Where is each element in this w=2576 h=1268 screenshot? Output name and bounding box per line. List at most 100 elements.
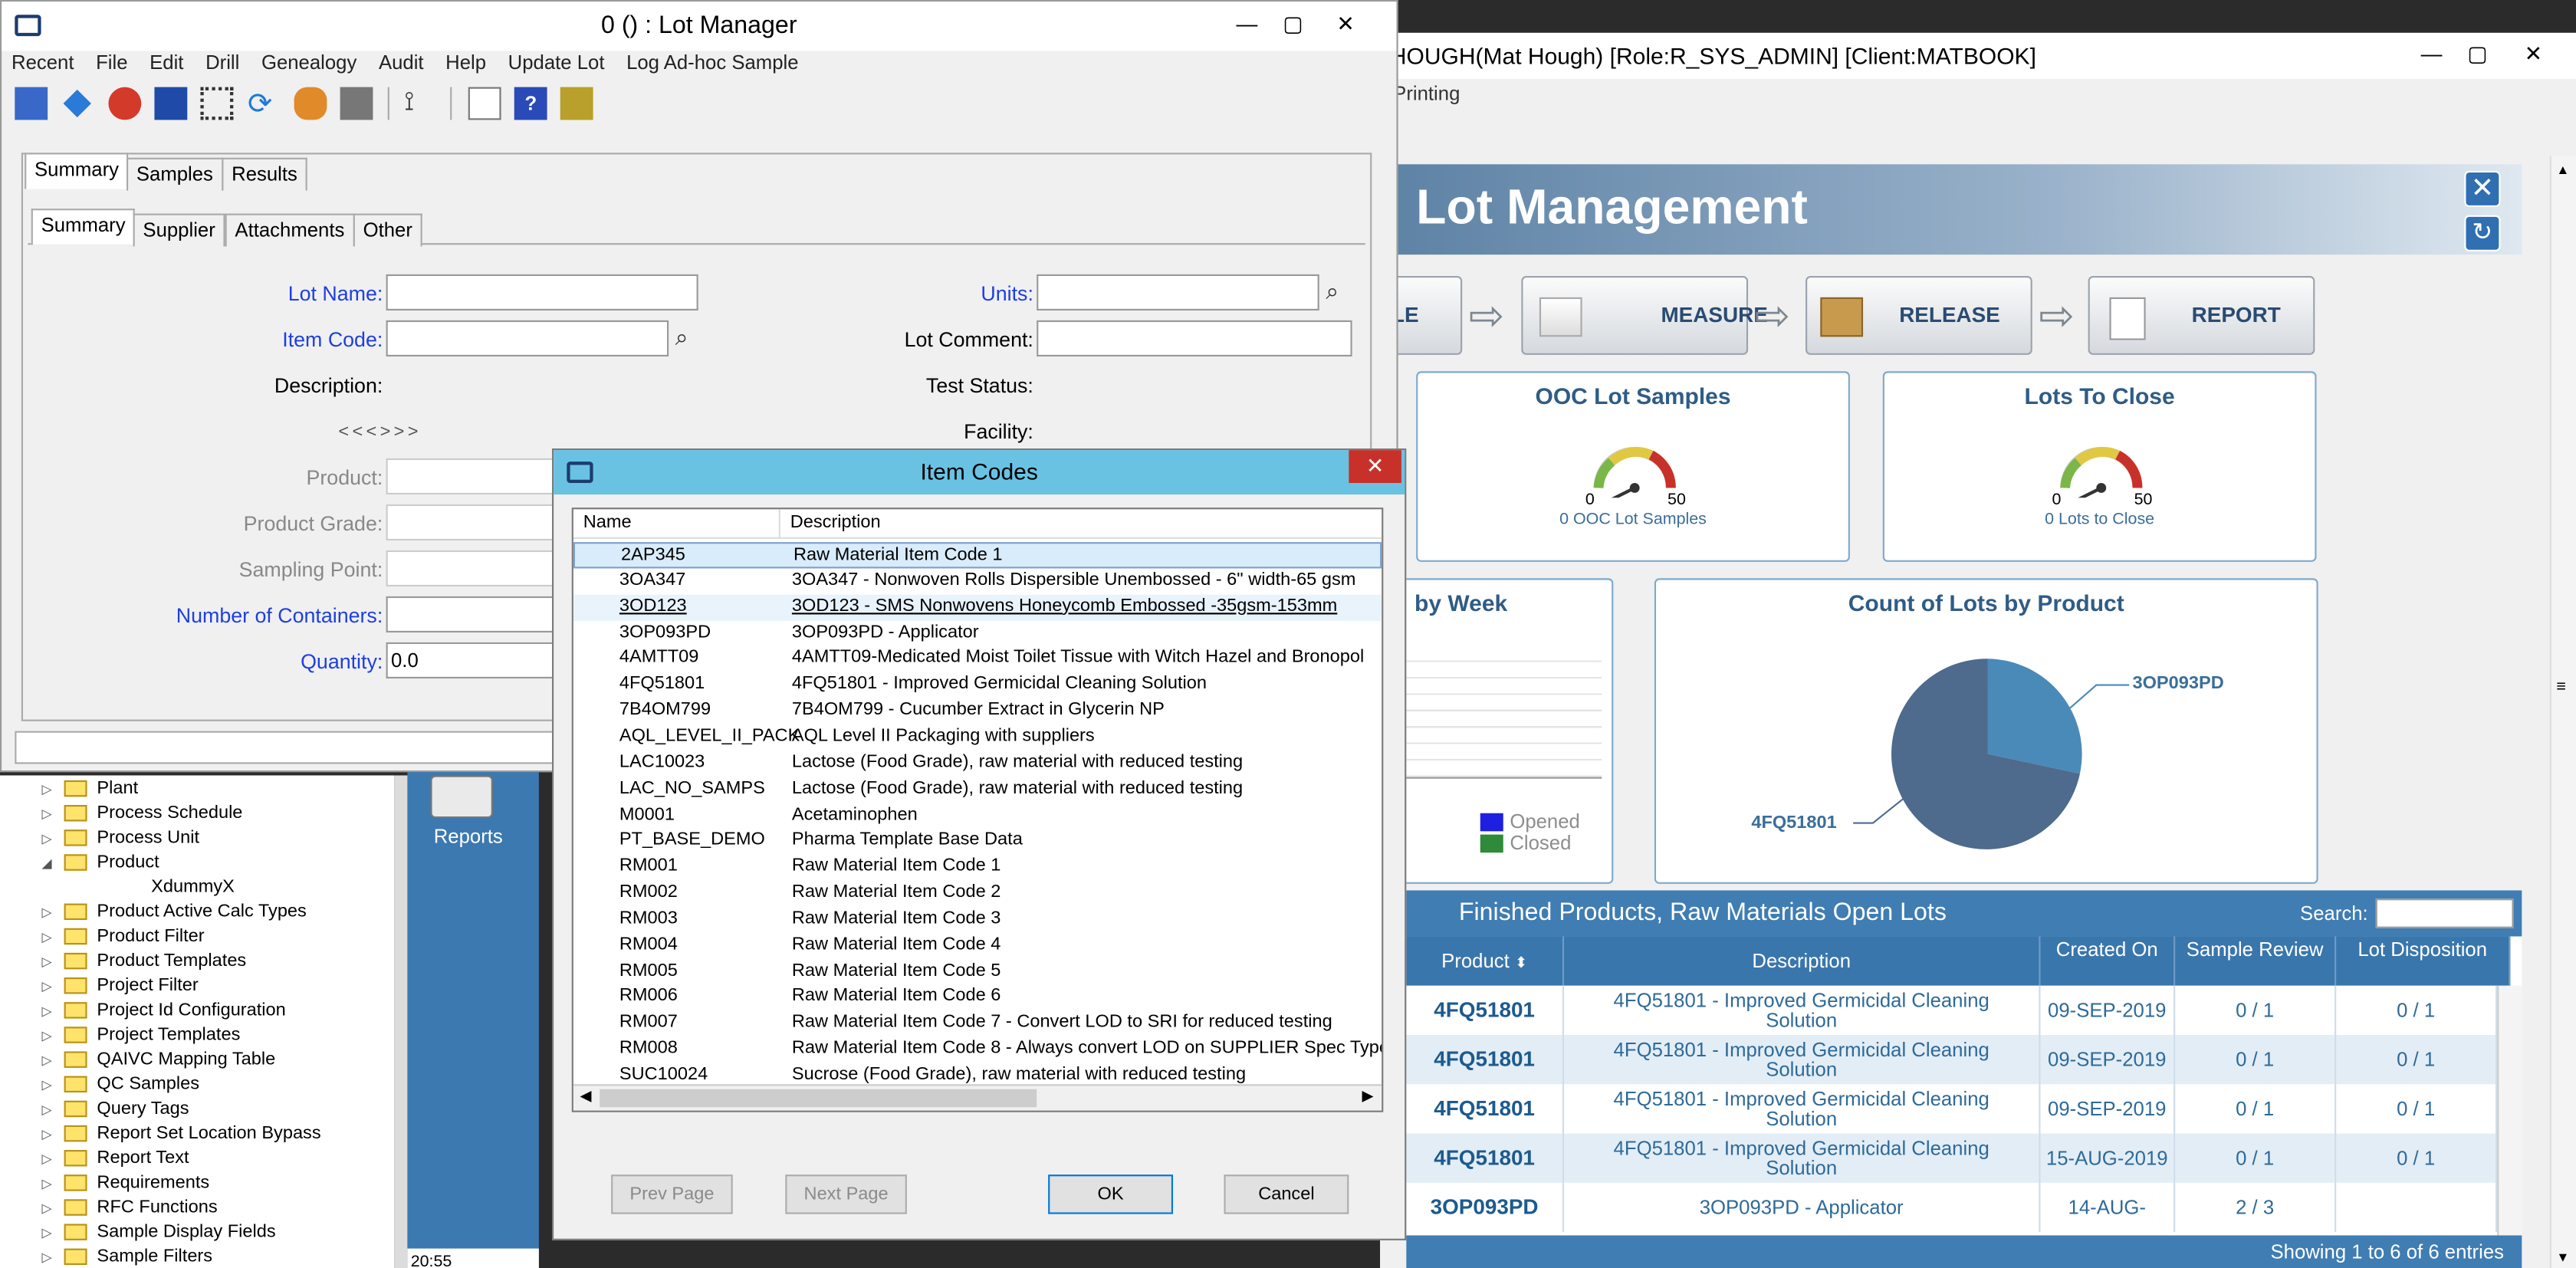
tree-item[interactable]: ▷ Process Schedule	[39, 803, 242, 828]
num-containers-field[interactable]	[386, 596, 567, 633]
tree-item[interactable]: ▷ Requirements	[39, 1173, 209, 1197]
horizontal-scrollbar[interactable]: ◀ ▶	[573, 1084, 1382, 1111]
lots-to-close-card[interactable]: Lots To Close 0 50 0 Lots to Close	[1882, 371, 2317, 562]
tree-item[interactable]: ▷ Product Filter	[39, 927, 204, 951]
list-item[interactable]: 2AP345 Raw Material Item Code 1	[573, 542, 1382, 569]
product-grade-field[interactable]	[386, 504, 567, 541]
menu-recent[interactable]: Recent	[12, 51, 74, 74]
people-icon[interactable]	[294, 87, 327, 120]
menu-log-adhoc-sample[interactable]: Log Ad-hoc Sample	[626, 51, 798, 74]
menu-update-lot[interactable]: Update Lot	[508, 51, 605, 74]
search-input[interactable]	[2375, 898, 2514, 928]
tree-item[interactable]: ▷ Query Tags	[39, 1099, 189, 1124]
list-item[interactable]: 3OA347 3OA347 - Nonwoven Rolls Dispersibl…	[573, 568, 1382, 594]
col-product[interactable]: Product ⬍	[1406, 936, 1565, 986]
scroll-down-icon[interactable]: ▼	[2556, 1250, 2569, 1265]
expand-icon[interactable]: ▷	[39, 1004, 54, 1018]
lots-by-week-card[interactable]: by Week Opened Closed	[1380, 578, 1614, 884]
ok-button[interactable]: OK	[1048, 1174, 1174, 1214]
minimize-button[interactable]: —	[2415, 39, 2448, 69]
list-item[interactable]: M0001 Acetaminophen	[573, 803, 1382, 829]
subtab-summary[interactable]: Summary	[31, 209, 136, 245]
step-measure-button[interactable]: MEASURE	[1521, 276, 1768, 355]
hierarchy-icon[interactable]: ⟟	[404, 87, 437, 120]
printing-menu[interactable]: Printing	[1393, 82, 1460, 105]
save-icon[interactable]	[154, 87, 188, 120]
grid-icon[interactable]	[201, 87, 235, 120]
list-item[interactable]: LAC10023 Lactose (Food Grade), raw materi…	[573, 751, 1382, 777]
step-report-button[interactable]: REPORT	[2088, 276, 2315, 355]
refresh-icon[interactable]: ⟳	[248, 87, 281, 120]
diamond-icon[interactable]	[64, 89, 92, 118]
units-field[interactable]	[1037, 274, 1319, 311]
collapse-icon[interactable]: ◢	[39, 856, 54, 870]
vertical-scrollbar[interactable]: ▲ ≡ ▼	[2549, 156, 2576, 1268]
menu-file[interactable]: File	[96, 51, 127, 74]
expand-icon[interactable]: ▷	[39, 1053, 54, 1068]
exit-icon[interactable]	[15, 87, 48, 120]
item-code-field[interactable]	[386, 320, 669, 357]
tree-item[interactable]: ▷ Product Active Calc Types	[39, 902, 306, 926]
expand-icon[interactable]: ▷	[39, 979, 54, 994]
expand-icon[interactable]: ▷	[39, 1028, 54, 1043]
prev-page-button[interactable]: Prev Page	[611, 1174, 733, 1214]
count-of-lots-by-product-card[interactable]: Count of Lots by Product 3OP093PD 4FQ518…	[1654, 578, 2318, 884]
list-item[interactable]: 7B4OM799 7B4OM799 - Cucumber Extract in G…	[573, 698, 1382, 724]
splitter[interactable]	[394, 775, 408, 1268]
menu-drill[interactable]: Drill	[205, 51, 239, 74]
help-icon[interactable]: ?	[514, 87, 547, 120]
tree-item[interactable]: ▷ Project Filter	[39, 976, 198, 1000]
list-item[interactable]: 3OP093PD 3OP093PD - Applicator	[573, 620, 1382, 646]
dialog-close-button[interactable]: ✕	[1349, 450, 1401, 484]
table-row[interactable]: 4FQ51801 4FQ51801 - Improved Germicidal C…	[1406, 1035, 2498, 1085]
tree-item[interactable]: ▷ Sample Filters	[39, 1247, 212, 1268]
expand-icon[interactable]: ▷	[39, 1226, 54, 1240]
table-row[interactable]: 4FQ51801 4FQ51801 - Improved Germicidal C…	[1406, 1084, 2498, 1134]
menu-audit[interactable]: Audit	[379, 51, 424, 74]
menu-genealogy[interactable]: Genealogy	[261, 51, 356, 74]
expand-icon[interactable]: ▷	[39, 954, 54, 969]
menu-edit[interactable]: Edit	[150, 51, 183, 74]
col-lot-disposition[interactable]: Lot Disposition	[2336, 936, 2511, 986]
tree-item[interactable]: ▷ QC Samples	[39, 1074, 199, 1099]
table-row[interactable]: 4FQ51801 4FQ51801 - Improved Germicidal C…	[1406, 1133, 2498, 1183]
step-release-button[interactable]: RELEASE	[1806, 276, 2032, 355]
list-item[interactable]: RM001 Raw Material Item Code 1	[573, 855, 1382, 881]
close-button[interactable]: ✕	[2517, 39, 2550, 69]
subtab-attachments[interactable]: Attachments	[225, 213, 355, 247]
scroll-up-icon[interactable]: ▲	[2556, 163, 2569, 177]
maximize-button[interactable]: ▢	[1276, 10, 1309, 40]
item-code-search-icon[interactable]: ⌕	[675, 324, 688, 351]
list-item[interactable]: LAC_NO_SAMPS Lactose (Food Grade), raw ma…	[573, 777, 1382, 803]
lot-comment-field[interactable]	[1037, 320, 1352, 357]
close-button[interactable]: ✕	[1329, 10, 1362, 40]
tree-item[interactable]: ▷ Product Templates	[39, 951, 246, 976]
maximize-button[interactable]: ▢	[2461, 39, 2494, 69]
sampling-point-field[interactable]	[386, 550, 567, 587]
tab-samples[interactable]: Samples	[127, 157, 223, 191]
expand-icon[interactable]: ▷	[39, 930, 54, 944]
refresh-icon[interactable]: ↻	[2464, 215, 2501, 251]
list-item[interactable]: RM005 Raw Material Item Code 5	[573, 959, 1382, 985]
col-description-header[interactable]: Description	[780, 509, 1382, 539]
tree-item[interactable]: ▷ RFC Functions	[39, 1197, 217, 1222]
tree-item[interactable]: ▷ Report Text	[39, 1148, 189, 1173]
product-field[interactable]	[386, 458, 567, 495]
tab-summary[interactable]: Summary	[25, 153, 129, 189]
tree-item[interactable]: ▷ Report Set Location Bypass	[39, 1124, 320, 1148]
tree-item[interactable]: XdummyX	[151, 877, 235, 902]
bookmark-icon[interactable]	[107, 87, 141, 120]
expand-icon[interactable]: ▷	[39, 1078, 54, 1092]
menu-help[interactable]: Help	[445, 51, 486, 74]
table-row[interactable]: 3OP093PD 3OP093PD - Applicator 14-AUG- 2 / …	[1406, 1182, 2498, 1233]
list-item[interactable]: RM003 Raw Material Item Code 3	[573, 907, 1382, 933]
tree-item[interactable]: ▷ QAIVC Mapping Table	[39, 1050, 275, 1074]
list-item[interactable]: AQL_LEVEL_II_PACK AQL Level II Packaging …	[573, 724, 1382, 751]
quantity-field[interactable]: 0.0	[386, 642, 567, 679]
expand-icon[interactable]: ▷	[39, 1102, 54, 1117]
units-search-icon[interactable]: ⌕	[1326, 278, 1339, 305]
tree-item[interactable]: ◢ Product	[39, 852, 159, 877]
minimize-button[interactable]: —	[1230, 10, 1263, 40]
expand-icon[interactable]: ▷	[39, 1176, 54, 1191]
scroll-left-icon[interactable]: ◀	[580, 1088, 591, 1106]
